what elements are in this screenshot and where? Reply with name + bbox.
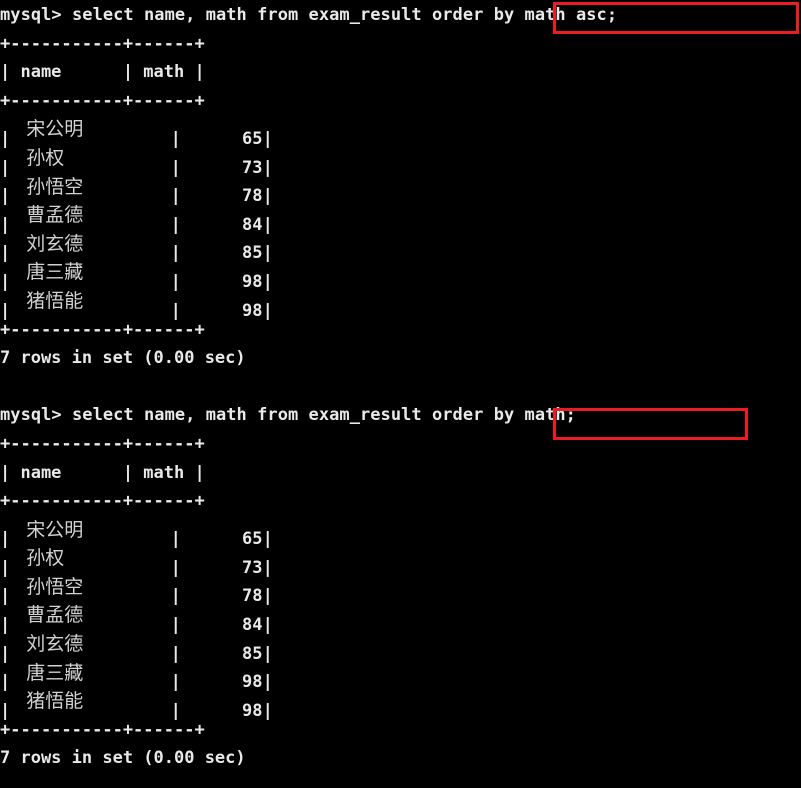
table-separator-bottom-1: +-----------+------+ [0,319,205,340]
pipe-icon: | [262,300,273,321]
command-line-1[interactable]: mysql> select name, math from exam_resul… [0,1,801,30]
terminal-output: mysql> select name, math from exam_resul… [0,1,801,773]
cell-name: 曹孟德 [26,604,84,627]
table-header-2: | name | math | [0,462,205,483]
cell-name: 宋公明 [26,118,84,141]
cell-name: 猪悟能 [26,289,84,312]
cell-name: 猪悟能 [26,690,84,713]
pipe-icon: | [262,700,273,721]
table-separator-top-2: +-----------+------+ [0,433,205,454]
cell-name: 宋公明 [26,518,84,541]
terminal-window: mysql> select name, math from exam_resul… [0,0,801,788]
query-highlighted-2: order by math; [431,405,576,426]
table-separator-top-1: +-----------+------+ [0,33,205,54]
table-row: | 孙悟空 | 78| [0,573,801,607]
cell-name: 唐三藏 [26,661,84,684]
table-row: | 唐三藏 | 98| [0,258,801,292]
table-row: | 曹孟德 | 84| [0,201,801,235]
table-row: | 孙权 | 73| [0,544,801,578]
table-row: | 宋公明 | 65| [0,516,801,550]
cell-name: 曹孟德 [26,204,84,227]
table-row: | 猪悟能 | 98| [0,287,801,321]
cell-name: 刘玄德 [26,232,84,255]
query-highlighted-1: order by math asc; [431,5,618,25]
cell-name: 孙权 [26,146,65,169]
command-line-2[interactable]: mysql> select name, math from exam_resul… [0,401,801,430]
table-header-1: | name | math | [0,62,205,83]
table-row: | 孙权 | 73| [0,144,801,178]
cell-name: 孙权 [26,547,65,570]
prompt-2: mysql> [0,405,72,426]
table-separator-mid-1: +-----------+------+ [0,90,205,111]
cell-name: 刘玄德 [26,633,84,656]
table-row: | 刘玄德 | 85| [0,230,801,264]
table-row: | 孙悟空 | 78| [0,173,801,207]
table-row: | 宋公明 | 65| [0,115,801,149]
table-separator-mid-2: +-----------+------+ [0,491,205,512]
cell-name: 唐三藏 [26,261,84,284]
result-status-1: 7 rows in set (0.00 sec) [0,348,246,369]
table-row: | 唐三藏 | 98| [0,659,801,693]
query-prefix-1: select name, math from exam_result [72,5,432,25]
prompt-1: mysql> [0,5,72,25]
cell-name: 孙悟空 [26,575,84,598]
table-row: | 猪悟能 | 98| [0,687,801,721]
table-row: | 曹孟德 | 84| [0,601,801,635]
query-prefix-2: select name, math from exam_result [72,405,432,426]
result-status-2: 7 rows in set (0.00 sec) [0,748,246,769]
table-row: | 刘玄德 | 85| [0,630,801,664]
cell-name: 孙悟空 [26,175,84,198]
table-separator-bottom-2: +-----------+------+ [0,719,205,740]
